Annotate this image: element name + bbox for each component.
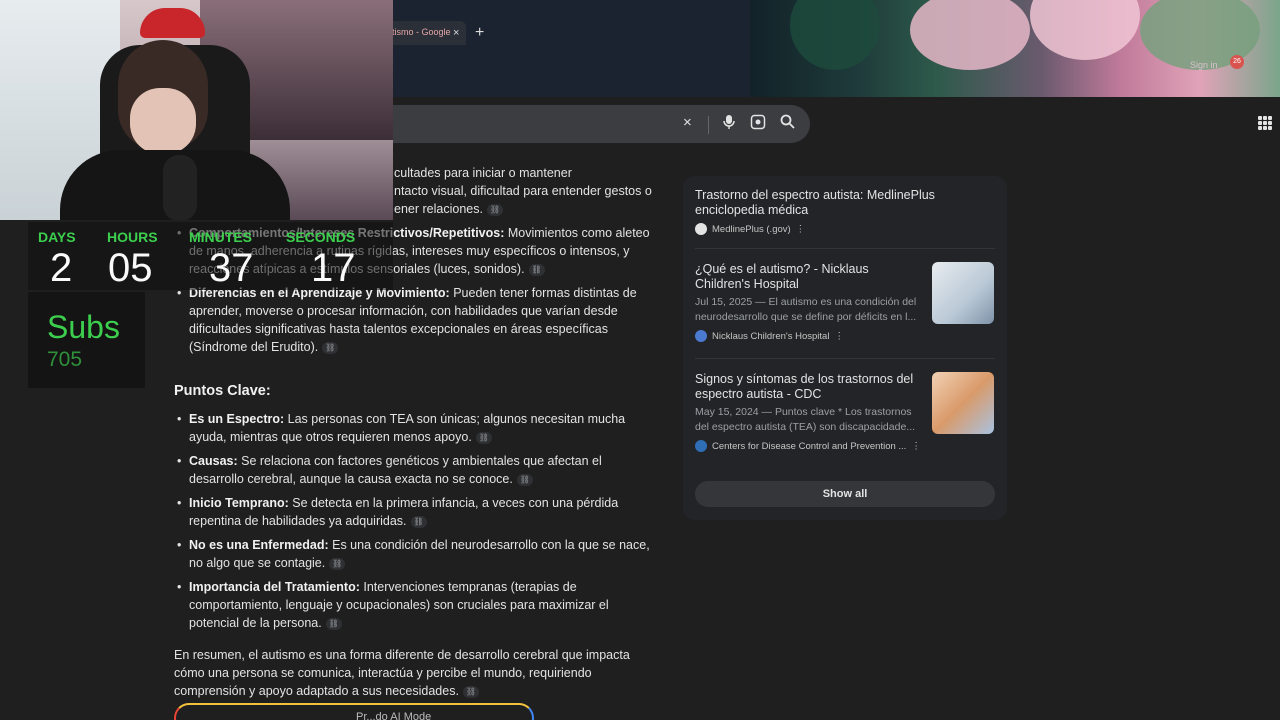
summary-text: En resumen, el autismo es una forma dife…: [174, 648, 630, 698]
seconds-value: 17: [311, 246, 356, 290]
point-bold: Inicio Temprano:: [189, 496, 289, 510]
divider: [695, 358, 995, 359]
more-options-icon[interactable]: ⋮: [834, 331, 844, 342]
point-bold: Es un Espectro:: [189, 412, 285, 426]
screen: tismo - Google × + Sign in 26 × cultades…: [0, 0, 1280, 720]
list-item: Causas: Se relaciona con factores genéti…: [174, 452, 654, 488]
link-icon[interactable]: ⛓: [516, 473, 533, 486]
microphone-icon: [163, 155, 197, 220]
link-icon[interactable]: ⛓: [410, 515, 427, 528]
theme-banner: [750, 0, 1280, 97]
source-site: Nicklaus Children's Hospital: [712, 330, 830, 342]
source-title[interactable]: Signos y síntomas de los trastornos del …: [695, 372, 925, 402]
more-options-icon[interactable]: ⋮: [911, 441, 921, 452]
source-site: Centers for Disease Control and Preventi…: [712, 440, 907, 452]
subathon-timer: DAYS 2 HOURS 05 MINUTES 37 SECONDS 17: [28, 222, 393, 290]
site-favicon-icon: [695, 223, 707, 235]
source-card[interactable]: Trastorno del espectro autista: MedlineP…: [695, 188, 995, 235]
seconds-label: SECONDS: [286, 229, 356, 245]
webcam-overlay: [0, 0, 393, 220]
ai-mode-label: Pr...do AI Mode: [356, 711, 432, 720]
site-favicon-icon: [695, 330, 707, 342]
source-title[interactable]: Trastorno del espectro autista: MedlineP…: [695, 188, 995, 218]
search-divider: [708, 116, 709, 134]
link-icon[interactable]: ⛓: [486, 203, 503, 216]
search-bar[interactable]: ×: [370, 105, 810, 143]
list-item: Diferencias en el Aprendizaje y Movimien…: [174, 284, 654, 356]
list-item: Importancia del Tratamiento: Intervencio…: [174, 578, 654, 632]
hours-value: 05: [108, 246, 153, 290]
hours-label: HOURS: [107, 229, 158, 245]
link-icon[interactable]: ⛓: [475, 431, 492, 444]
list-item: Es un Espectro: Las personas con TEA son…: [174, 410, 654, 446]
more-options-icon[interactable]: ⋮: [796, 224, 806, 235]
clear-icon[interactable]: ×: [683, 114, 692, 131]
list-item: No es una Enfermedad: Es una condición d…: [174, 536, 654, 572]
point-bold: Causas:: [189, 454, 238, 468]
apps-grid-icon[interactable]: [1258, 116, 1272, 130]
source-card[interactable]: Signos y síntomas de los trastornos del …: [695, 372, 925, 452]
source-card[interactable]: ¿Qué es el autismo? - Nicklaus Children'…: [695, 262, 925, 342]
mic-icon[interactable]: [722, 114, 736, 134]
point-bold: Importancia del Tratamiento:: [189, 580, 360, 594]
list-item: Inicio Temprano: Se detecta en la primer…: [174, 494, 654, 530]
subs-label: Subs: [47, 309, 120, 345]
subs-counter: Subs 705: [28, 292, 145, 388]
source-thumbnail[interactable]: [932, 372, 994, 434]
sign-in-link[interactable]: Sign in: [1190, 60, 1218, 70]
link-icon[interactable]: ⛓: [528, 263, 545, 276]
sources-panel: Trastorno del espectro autista: MedlineP…: [683, 176, 1007, 520]
link-icon[interactable]: ⛓: [325, 617, 342, 630]
point-text: Se relaciona con factores genéticos y am…: [189, 454, 602, 486]
intro-line-3: ener relaciones.: [394, 202, 483, 216]
minutes-label: MINUTES: [189, 229, 252, 245]
point-bold: No es una Enfermedad:: [189, 538, 329, 552]
tab-close-icon[interactable]: ×: [453, 27, 459, 39]
link-icon[interactable]: ⛓: [322, 341, 339, 354]
new-tab-button[interactable]: +: [475, 24, 484, 42]
link-icon[interactable]: ⛓: [462, 685, 479, 698]
divider: [695, 248, 995, 249]
minutes-value: 37: [209, 246, 254, 290]
link-icon[interactable]: ⛓: [329, 557, 346, 570]
days-label: DAYS: [38, 229, 76, 245]
show-all-button[interactable]: Show all: [695, 481, 995, 507]
subs-value: 705: [47, 348, 83, 371]
source-site: MedlinePlus (.gov): [712, 223, 791, 235]
lens-icon[interactable]: [750, 114, 766, 134]
profile-badge[interactable]: 26: [1230, 55, 1244, 69]
section-heading: Puntos Clave:: [174, 383, 271, 399]
search-icon[interactable]: [780, 114, 795, 133]
site-favicon-icon: [695, 440, 707, 452]
source-thumbnail[interactable]: [932, 262, 994, 324]
source-desc: Jul 15, 2025 — El autismo es una condici…: [695, 296, 917, 323]
days-value: 2: [50, 246, 73, 290]
ai-mode-button[interactable]: Pr...do AI Mode: [174, 703, 534, 720]
source-desc: May 15, 2024 — Puntos clave * Los trasto…: [695, 406, 916, 433]
source-title[interactable]: ¿Qué es el autismo? - Nicklaus Children'…: [695, 262, 925, 292]
